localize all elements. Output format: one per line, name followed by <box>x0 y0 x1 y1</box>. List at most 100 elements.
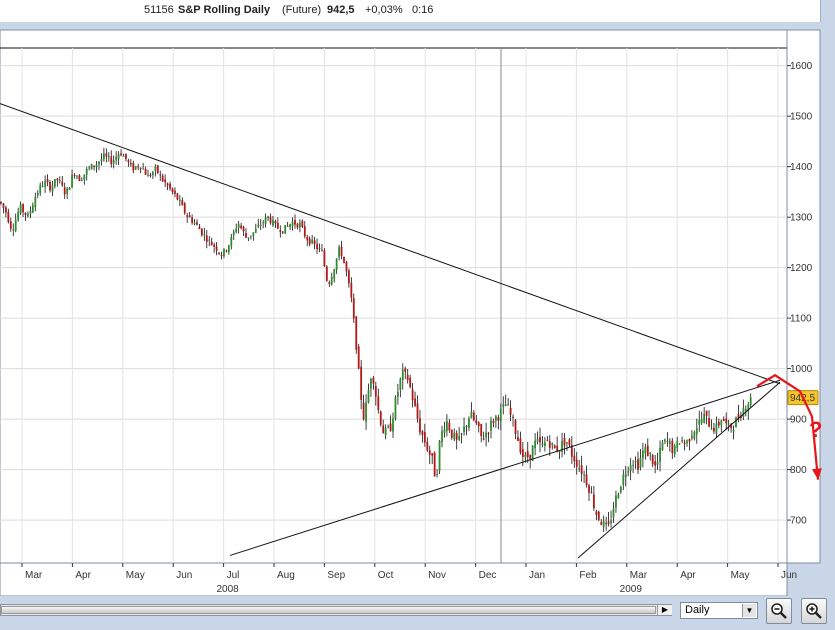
candle-body <box>458 436 461 440</box>
candle-body <box>61 181 64 186</box>
candle-body <box>34 197 37 208</box>
candle-body <box>651 455 654 465</box>
candle-body <box>223 248 225 256</box>
candle-body <box>159 174 162 176</box>
candle-body <box>321 250 323 252</box>
time-scrollbar[interactable]: ▶ <box>0 604 672 616</box>
candle-body <box>700 419 703 423</box>
candle-body <box>470 411 473 419</box>
candle-body <box>463 426 465 433</box>
candle-body <box>529 454 532 460</box>
y-tick-label: 1400 <box>790 162 813 173</box>
candle-body <box>272 220 274 226</box>
candle-body <box>590 492 593 494</box>
candle-body <box>544 442 546 446</box>
candle-body <box>573 455 576 462</box>
candle-body <box>267 216 269 218</box>
plot-area <box>0 29 788 564</box>
candle-body <box>482 438 485 440</box>
candle-body <box>103 153 105 160</box>
candle-body <box>512 416 514 418</box>
candle-body <box>504 404 507 407</box>
candle <box>325 265 328 282</box>
candle-body <box>693 432 696 439</box>
scroll-thumb[interactable] <box>1 606 656 614</box>
candle-body <box>0 202 2 204</box>
candle-body <box>250 235 252 237</box>
candle-body <box>585 474 588 486</box>
candle <box>394 395 397 421</box>
candle <box>183 201 186 215</box>
scroll-right-button[interactable]: ▶ <box>657 605 672 615</box>
candle-body <box>201 228 203 235</box>
candle-body <box>602 520 605 527</box>
zoom-out-button[interactable] <box>766 598 792 624</box>
candle-body <box>58 180 61 182</box>
candle-body <box>370 379 372 389</box>
candle-body <box>414 398 416 406</box>
question-mark: ? <box>809 417 822 442</box>
candle-body <box>521 449 524 458</box>
candle-body <box>468 418 470 428</box>
candle-body <box>29 211 32 214</box>
candle-body <box>188 215 191 218</box>
candle-body <box>254 228 257 233</box>
candle-body <box>107 156 110 158</box>
candle-body <box>71 174 73 188</box>
candle-body <box>480 424 483 437</box>
candle-body <box>144 169 147 175</box>
candle-body <box>495 416 497 421</box>
candle-body <box>676 441 679 449</box>
candle-body <box>722 418 725 421</box>
candle-body <box>514 420 517 434</box>
candle-body <box>333 269 336 279</box>
candle-body <box>257 224 260 227</box>
price-chart[interactable]: 700 800 900 1000 1100 1200 1300 1400 1500 1600 Ma… <box>0 0 835 596</box>
candle-body <box>507 404 510 406</box>
candle-body <box>499 409 502 421</box>
candle-body <box>617 494 620 499</box>
candle-body <box>720 420 723 426</box>
candle-body <box>441 431 443 443</box>
candle-body <box>245 233 247 238</box>
zoom-in-button[interactable] <box>801 598 827 624</box>
candle-body <box>443 429 446 433</box>
candle-body <box>632 464 634 466</box>
candle-body <box>421 431 424 435</box>
candle-body <box>17 211 20 220</box>
candle-body <box>127 160 130 163</box>
candle-body <box>563 437 566 446</box>
timeframe-select[interactable]: Daily ▼ <box>680 602 758 619</box>
candle-body <box>401 369 404 380</box>
candle-body <box>178 199 181 201</box>
candle-body <box>436 473 438 475</box>
candle-body <box>205 235 208 242</box>
candle-body <box>132 162 135 171</box>
candle-body <box>727 423 730 425</box>
candle-body <box>379 411 382 425</box>
candle-body <box>742 408 745 418</box>
month-label: Apr <box>680 570 696 581</box>
candle-body <box>279 230 282 233</box>
candle-body <box>176 193 179 200</box>
candle-body <box>110 156 113 165</box>
candle-body <box>88 167 91 169</box>
candle <box>735 416 737 428</box>
candle-body <box>475 420 478 424</box>
candle-body <box>49 182 51 191</box>
candle-body <box>147 175 149 177</box>
candle-body <box>502 404 505 407</box>
chevron-down-icon[interactable]: ▼ <box>742 604 756 617</box>
candle-body <box>259 224 262 226</box>
month-label: Apr <box>75 570 91 581</box>
candle-body <box>431 453 434 456</box>
candle-body <box>5 207 7 213</box>
candle-body <box>377 396 380 411</box>
candle-body <box>548 441 551 448</box>
candle-body <box>9 221 12 229</box>
candle-body <box>450 429 453 438</box>
candle-body <box>600 522 603 525</box>
candle-body <box>678 443 681 445</box>
candle-body <box>210 241 213 246</box>
candle-body <box>203 234 206 236</box>
